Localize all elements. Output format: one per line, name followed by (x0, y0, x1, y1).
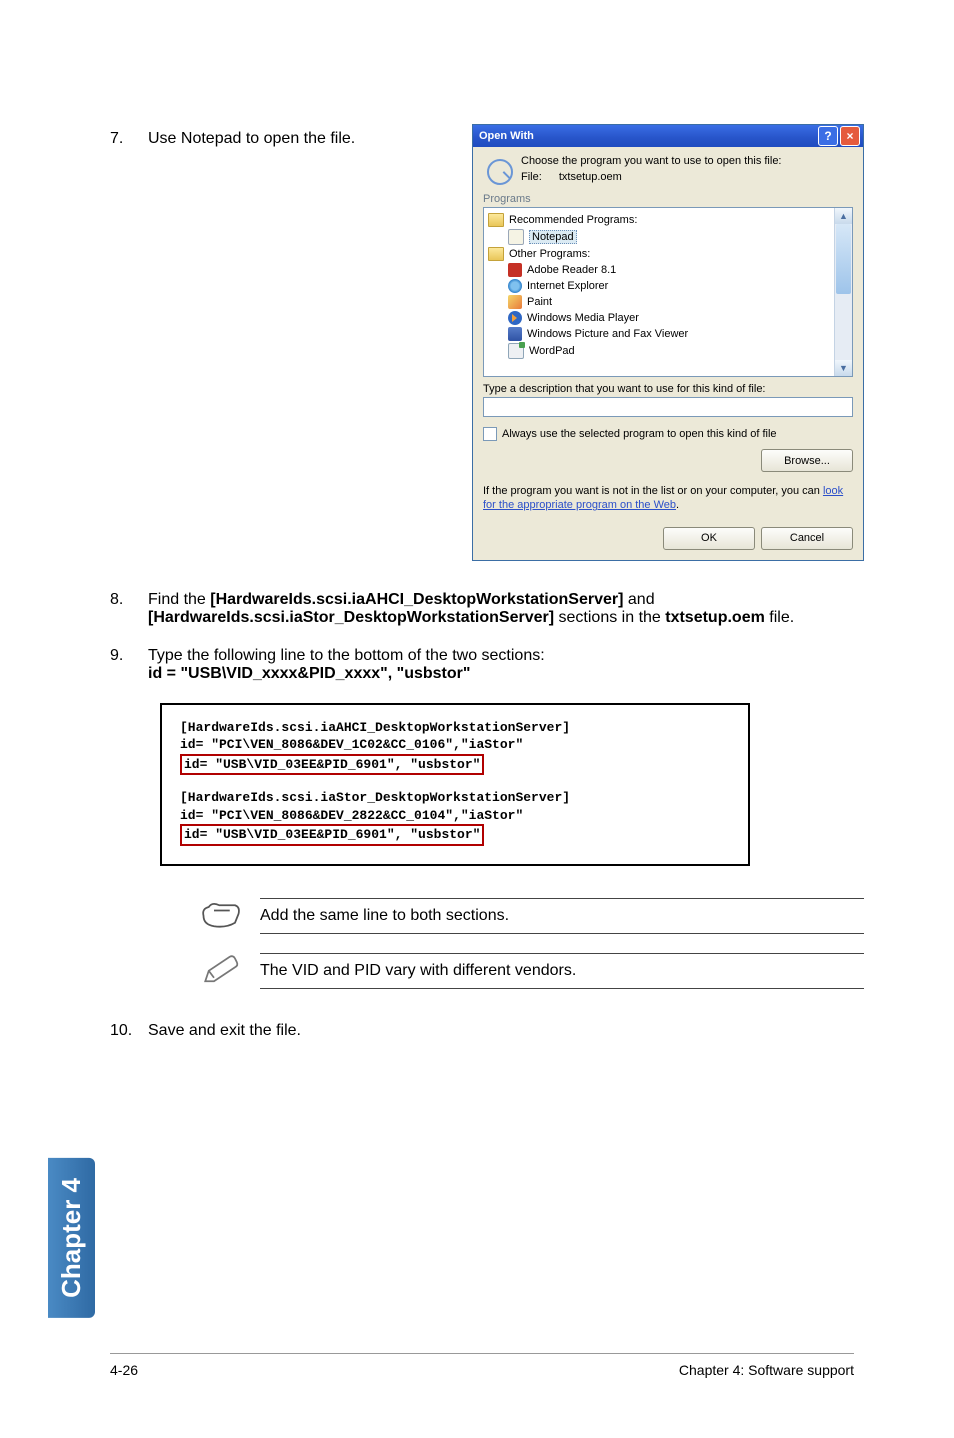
always-use-label: Always use the selected program to open … (502, 428, 777, 440)
item-wordpad-label: WordPad (529, 345, 575, 357)
scroll-thumb[interactable] (836, 224, 851, 294)
notepad-icon (508, 229, 524, 245)
cancel-button[interactable]: Cancel (761, 527, 853, 550)
always-use-row[interactable]: Always use the selected program to open … (483, 427, 853, 441)
folder-icon (488, 213, 504, 227)
footer-left: 4-26 (110, 1362, 138, 1378)
close-button[interactable]: × (840, 126, 860, 146)
step-10-text: Save and exit the file. (148, 1022, 864, 1040)
step-7-number: 7. (110, 130, 148, 148)
item-picfax-label: Windows Picture and Fax Viewer (527, 328, 688, 340)
scroll-up-icon[interactable]: ▲ (835, 208, 852, 224)
page-footer: 4-26 Chapter 4: Software support (110, 1353, 854, 1378)
step-9: 9. Type the following line to the bottom… (110, 647, 864, 683)
dialog-body: Choose the program you want to use to op… (473, 147, 863, 560)
weblook-b: . (676, 499, 679, 511)
checkbox-icon[interactable] (483, 427, 497, 441)
note-1-text: Add the same line to both sections. (260, 898, 864, 934)
description-label: Type a description that you want to use … (483, 383, 853, 395)
dialog-header-text: Choose the program you want to use to op… (521, 155, 782, 183)
file-label: File: (521, 171, 542, 183)
dialog-titlebar[interactable]: Open With ? × (473, 125, 863, 147)
item-notepad[interactable]: Notepad (488, 228, 830, 246)
item-wordpad[interactable]: WordPad (488, 342, 830, 360)
step-8-body: Find the [HardwareIds.scsi.iaAHCI_Deskto… (148, 591, 864, 627)
pencil-icon (200, 951, 250, 992)
code-box: [HardwareIds.scsi.iaAHCI_DesktopWorkstat… (160, 703, 750, 866)
web-look-text: If the program you want is not in the li… (483, 484, 853, 513)
weblook-a: If the program you want is not in the li… (483, 485, 823, 497)
open-with-dialog: Open With ? × Choose the program you wan… (472, 124, 864, 561)
ok-button[interactable]: OK (663, 527, 755, 550)
code-line-3: id= "USB\VID_03EE&PID_6901", "usbstor" (180, 754, 484, 776)
step-7-text: Use Notepad to open the file. (148, 130, 472, 148)
page: 7. Use Notepad to open the file. Open Wi… (0, 0, 954, 1438)
step-9-number: 9. (110, 647, 148, 665)
step-7: 7. Use Notepad to open the file. (110, 130, 472, 148)
step-10-number: 10. (110, 1022, 148, 1040)
browse-row: Browse... (483, 449, 853, 472)
choose-text: Choose the program you want to use to op… (521, 155, 782, 167)
dialog-buttons: OK Cancel (483, 527, 853, 550)
listbox-inner: Recommended Programs: Notepad Other Prog… (484, 208, 834, 376)
step-8: 8. Find the [HardwareIds.scsi.iaAHCI_Des… (110, 591, 864, 627)
note-1: Add the same line to both sections. (200, 896, 864, 937)
code-line-1: [HardwareIds.scsi.iaAHCI_DesktopWorkstat… (180, 719, 730, 737)
step-8-text: Find the [HardwareIds.scsi.iaAHCI_Deskto… (148, 591, 864, 627)
adobe-icon (508, 263, 522, 277)
scroll-down-icon[interactable]: ▼ (835, 360, 852, 376)
wordpad-icon (508, 343, 524, 359)
step-9-text-b: id = "USB\VID_xxxx&PID_xxxx", "usbstor" (148, 665, 864, 683)
item-wmp-label: Windows Media Player (527, 312, 639, 324)
dialog-header: Choose the program you want to use to op… (483, 155, 853, 187)
step-10-body: Save and exit the file. (148, 1022, 864, 1040)
file-name: txtsetup.oem (559, 171, 622, 183)
ie-icon (508, 279, 522, 293)
dialog-title: Open With (479, 130, 816, 142)
item-adobe-reader[interactable]: Adobe Reader 8.1 (488, 262, 830, 278)
help-button[interactable]: ? (818, 126, 838, 146)
step-7-row: 7. Use Notepad to open the file. Open Wi… (110, 130, 864, 561)
scrollbar[interactable]: ▲ ▼ (834, 208, 852, 376)
chapter-tab: Chapter 4 (48, 1158, 95, 1318)
programs-label: Programs (483, 193, 853, 205)
code-line-4: [HardwareIds.scsi.iaStor_DesktopWorkstat… (180, 789, 730, 807)
group-recommended: Recommended Programs: (488, 212, 830, 228)
step-7-body: Use Notepad to open the file. (148, 130, 472, 148)
footer-right: Chapter 4: Software support (679, 1362, 854, 1378)
item-paint[interactable]: Paint (488, 294, 830, 310)
step-9-body: Type the following line to the bottom of… (148, 647, 864, 683)
program-listbox[interactable]: Recommended Programs: Notepad Other Prog… (483, 207, 853, 377)
group-other: Other Programs: (488, 246, 830, 262)
description-input[interactable] (483, 397, 853, 417)
note-2-text: The VID and PID vary with different vend… (260, 953, 864, 989)
browse-button[interactable]: Browse... (761, 449, 853, 472)
item-picfax[interactable]: Windows Picture and Fax Viewer (488, 326, 830, 342)
pointing-hand-icon (200, 896, 250, 937)
item-internet-explorer[interactable]: Internet Explorer (488, 278, 830, 294)
step-10: 10. Save and exit the file. (110, 1022, 864, 1040)
item-ie-label: Internet Explorer (527, 280, 608, 292)
picfax-icon (508, 327, 522, 341)
step-9-text-a: Type the following line to the bottom of… (148, 647, 864, 665)
group-other-label: Other Programs: (509, 248, 590, 260)
group-recommended-label: Recommended Programs: (509, 214, 637, 226)
code-line-2: id= "PCI\VEN_8086&DEV_1C02&CC_0106","iaS… (180, 736, 730, 754)
code-line-5: id= "PCI\VEN_8086&DEV_2822&CC_0104","iaS… (180, 807, 730, 825)
code-line-6: id= "USB\VID_03EE&PID_6901", "usbstor" (180, 824, 484, 846)
folder-icon (488, 247, 504, 261)
item-adobe-label: Adobe Reader 8.1 (527, 264, 616, 276)
note-2: The VID and PID vary with different vend… (200, 951, 864, 992)
step-8-number: 8. (110, 591, 148, 609)
item-notepad-label: Notepad (529, 230, 577, 244)
wmp-icon (508, 311, 522, 325)
search-icon (483, 155, 515, 187)
file-row: File: txtsetup.oem (521, 171, 782, 183)
paint-icon (508, 295, 522, 309)
item-wmp[interactable]: Windows Media Player (488, 310, 830, 326)
item-paint-label: Paint (527, 296, 552, 308)
